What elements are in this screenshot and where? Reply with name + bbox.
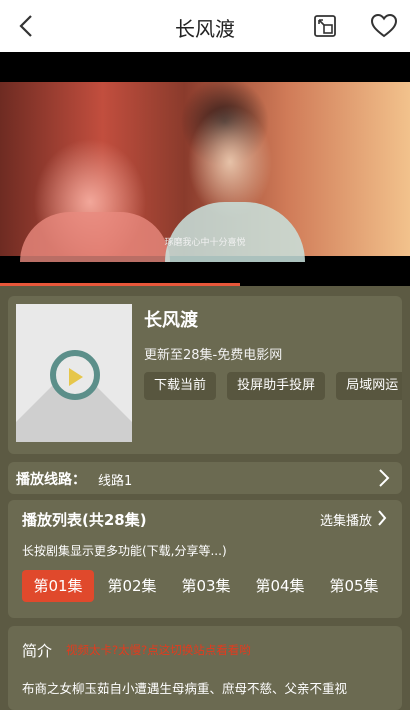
- playback-progress-bar[interactable]: [0, 283, 240, 286]
- playlist-hint: 长按剧集显示更多功能(下载,分享等...): [22, 544, 227, 558]
- lan-button[interactable]: 局域网运: [336, 372, 402, 400]
- video-frame: [0, 82, 410, 262]
- cast-assistant-button[interactable]: 投屏助手投屏: [227, 372, 326, 400]
- synopsis-text: 布商之女柳玉茹自小遭遇生母病重、庶母不慈、父亲不重视: [22, 681, 348, 696]
- chevron-right-icon: [379, 469, 390, 487]
- chevron-right-icon: [378, 510, 387, 526]
- heart-icon: [370, 13, 398, 38]
- video-title: 长风渡: [144, 310, 198, 331]
- episode-list: 第01集 第02集 第03集 第04集 第05集: [22, 570, 396, 604]
- video-info-panel: 长风渡 更新至28集-免费电影网 下载当前 投屏助手投屏 局域网运: [8, 296, 402, 454]
- update-status: 更新至28集-免费电影网: [144, 348, 283, 363]
- episode-item[interactable]: 第05集: [318, 570, 390, 602]
- screen-cast-button[interactable]: [312, 13, 338, 39]
- route-label: 播放线路：: [16, 472, 86, 488]
- play-icon: [50, 350, 100, 400]
- download-current-button[interactable]: 下载当前: [144, 372, 217, 400]
- video-subtitle: 琢磨我心中十分喜悦: [164, 238, 246, 248]
- episode-item[interactable]: 第01集: [22, 570, 94, 602]
- favorite-button[interactable]: [370, 13, 398, 39]
- playlist-title: 播放列表(共28集): [22, 511, 147, 529]
- episode-item[interactable]: 第04集: [244, 570, 316, 602]
- synopsis-panel: 简介 视频太卡?太慢?点这切换站点看看哟 布商之女柳玉茹自小遭遇生母病重、庶母不…: [8, 626, 402, 710]
- screen-cast-icon: [314, 15, 336, 37]
- route-value: 线路1: [98, 474, 133, 489]
- action-buttons: 下载当前 投屏助手投屏 局域网运: [144, 372, 402, 402]
- episode-select-button[interactable]: 选集播放: [320, 510, 372, 529]
- page-title: 长风渡: [175, 17, 235, 41]
- synopsis-label: 简介: [22, 642, 53, 660]
- top-bar: 长风渡: [0, 0, 410, 52]
- episode-item[interactable]: 第02集: [96, 570, 168, 602]
- episode-item[interactable]: 第03集: [170, 570, 242, 602]
- poster-image: [16, 304, 132, 442]
- play-route-selector[interactable]: 播放线路： 线路1: [8, 462, 402, 494]
- switch-site-link[interactable]: 视频太卡?太慢?点这切换站点看看哟: [66, 642, 251, 658]
- video-player[interactable]: 琢磨我心中十分喜悦: [0, 52, 410, 286]
- playlist-panel: 播放列表(共28集) 选集播放 长按剧集显示更多功能(下载,分享等...) 第0…: [8, 500, 402, 618]
